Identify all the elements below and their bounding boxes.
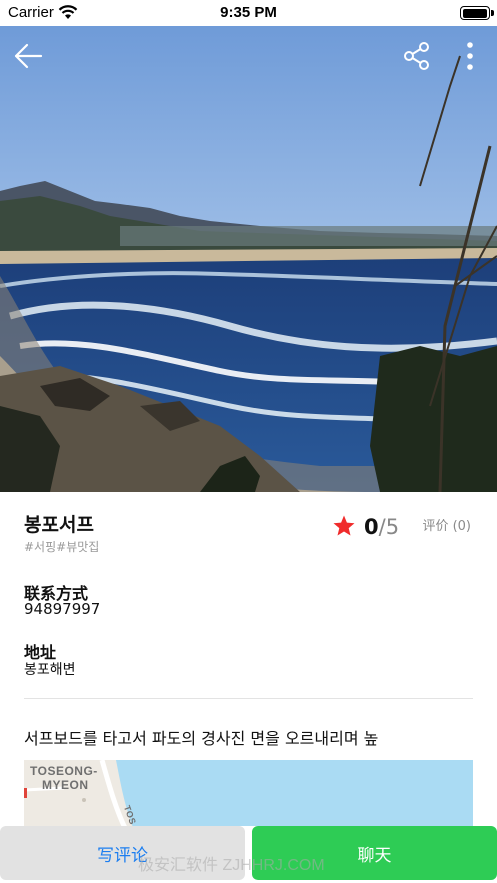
map-place-label-2: MYEON [42,778,89,792]
contact-value[interactable]: 94897997 [24,600,100,618]
map-place-label: TOSEONG- [30,764,98,778]
status-bar: Carrier 9:35 PM [0,0,497,26]
beach-photo [0,26,497,492]
share-icon [404,42,429,70]
review-count-link[interactable]: 评价 (0) [422,515,471,534]
arrow-left-icon [14,43,43,69]
star-icon [333,515,355,536]
place-title: 봉포서프 [24,514,94,536]
clock: 9:35 PM [220,4,277,21]
map-pin-icon [24,788,27,798]
hero-photo [0,26,497,492]
battery-icon [460,6,494,20]
place-tags: #서핑#뷰맛집 [24,540,100,554]
location-map[interactable]: TOSEONG- MYEON TOS [24,760,473,830]
description-text: 서프보드를 타고서 파도의 경사진 면을 오르내리며 높 [24,729,379,748]
write-review-button[interactable]: 写评论 [0,826,245,880]
title-row: 봉포서프 0 /5 评价 (0) [24,510,473,540]
rating: 0 /5 [332,510,399,539]
chat-button[interactable]: 聊天 [252,826,497,880]
divider [24,698,473,699]
bottom-action-bar: 写评论 聊天 [0,826,497,883]
address-value: 봉포해변 [24,662,76,678]
rating-max: /5 [378,515,400,539]
back-button[interactable] [10,38,46,74]
more-vertical-icon [467,42,473,70]
share-button[interactable] [399,38,435,74]
more-button[interactable] [452,38,488,74]
rating-value: 0 [364,515,379,539]
